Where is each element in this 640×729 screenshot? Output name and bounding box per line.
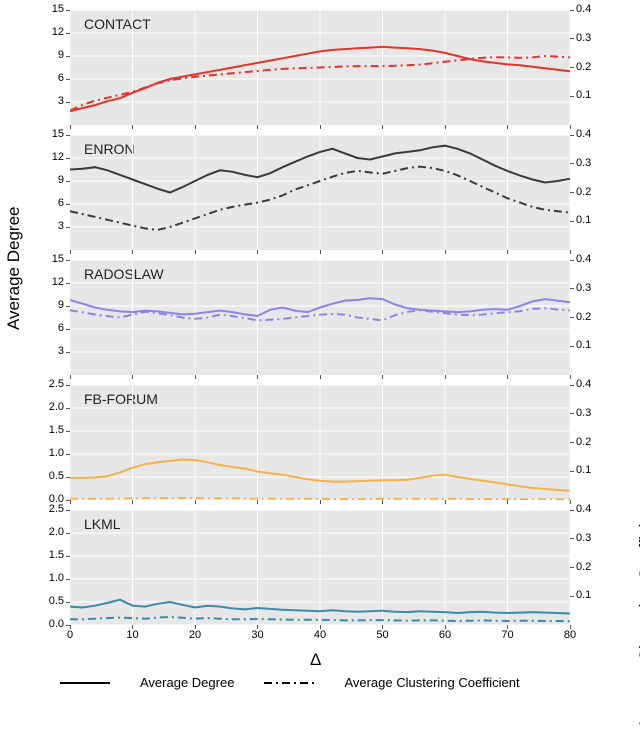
ytick-right: 0.1 — [576, 589, 591, 601]
ytick-left: 15 — [34, 253, 64, 265]
panel-radoslaw: RADOSLAW36912150.10.20.30.4 — [70, 260, 570, 375]
legend-solid-icon — [60, 676, 110, 690]
ytick-right: 0.4 — [576, 3, 591, 15]
ytick-left: 12 — [34, 26, 64, 38]
panel-lkml: LKML0.00.51.01.52.02.50.10.20.30.4010203… — [70, 510, 570, 625]
panel-stack: CONTACT36912150.10.20.30.4ENRON36912150.… — [70, 10, 570, 635]
ytick-left: 15 — [34, 3, 64, 15]
plot-svg — [70, 510, 570, 625]
y-axis-right-label: Average Clustering Coefficient — [636, 500, 640, 729]
ytick-left: 3 — [34, 95, 64, 107]
xtick: 0 — [60, 629, 80, 641]
ytick-right: 0.4 — [576, 253, 591, 265]
figure: Average Degree Average Clustering Coeffi… — [0, 0, 640, 700]
ytick-right: 0.2 — [576, 61, 591, 73]
ytick-left: 6 — [34, 322, 64, 334]
ytick-left: 2.0 — [34, 526, 64, 538]
xtick: 20 — [185, 629, 205, 641]
ytick-left: 1.0 — [34, 572, 64, 584]
ytick-right: 0.1 — [576, 464, 591, 476]
xtick: 40 — [310, 629, 330, 641]
xtick: 80 — [560, 629, 580, 641]
ytick-left: 9 — [34, 174, 64, 186]
ytick-right: 0.3 — [576, 157, 591, 169]
legend-cc-label: Average Clustering Coefficient — [344, 675, 519, 690]
y-axis-left-label: Average Degree — [4, 207, 24, 331]
panel-fb-forum: FB-FORUM0.00.51.01.52.02.50.10.20.30.4 — [70, 385, 570, 500]
ytick-left: 2.5 — [34, 503, 64, 515]
ytick-right: 0.3 — [576, 407, 591, 419]
ytick-left: 15 — [34, 128, 64, 140]
ytick-right: 0.1 — [576, 339, 591, 351]
ytick-right: 0.2 — [576, 561, 591, 573]
ytick-left: 9 — [34, 299, 64, 311]
ytick-left: 12 — [34, 151, 64, 163]
plot-svg — [70, 385, 570, 500]
panel-contact: CONTACT36912150.10.20.30.4 — [70, 10, 570, 125]
xtick: 70 — [498, 629, 518, 641]
ytick-right: 0.2 — [576, 186, 591, 198]
legend: Average Degree Average Clustering Coeffi… — [60, 675, 590, 690]
ytick-left: 3 — [34, 345, 64, 357]
legend-degree-label: Average Degree — [140, 675, 234, 690]
ytick-left: 6 — [34, 197, 64, 209]
ytick-right: 0.4 — [576, 128, 591, 140]
ytick-right: 0.1 — [576, 214, 591, 226]
ytick-left: 1.5 — [34, 549, 64, 561]
ytick-right: 0.3 — [576, 282, 591, 294]
ytick-left: 1.5 — [34, 424, 64, 436]
ytick-right: 0.4 — [576, 378, 591, 390]
ytick-left: 2.0 — [34, 401, 64, 413]
ytick-left: 9 — [34, 49, 64, 61]
ytick-left: 2.5 — [34, 378, 64, 390]
ytick-right: 0.2 — [576, 311, 591, 323]
ytick-right: 0.3 — [576, 532, 591, 544]
ytick-right: 0.3 — [576, 32, 591, 44]
plot-svg — [70, 135, 570, 250]
ytick-left: 0.5 — [34, 595, 64, 607]
legend-dashdot-icon — [264, 676, 314, 690]
x-axis-label: Δ — [310, 650, 321, 670]
ytick-left: 0.5 — [34, 470, 64, 482]
plot-svg — [70, 260, 570, 375]
panel-enron: ENRON36912150.10.20.30.4 — [70, 135, 570, 250]
xtick: 10 — [123, 629, 143, 641]
xtick: 30 — [248, 629, 268, 641]
ytick-right: 0.1 — [576, 89, 591, 101]
ytick-left: 1.0 — [34, 447, 64, 459]
ytick-left: 12 — [34, 276, 64, 288]
xtick: 60 — [435, 629, 455, 641]
ytick-left: 6 — [34, 72, 64, 84]
ytick-left: 3 — [34, 220, 64, 232]
xtick: 50 — [373, 629, 393, 641]
plot-svg — [70, 10, 570, 125]
ytick-right: 0.4 — [576, 503, 591, 515]
ytick-right: 0.2 — [576, 436, 591, 448]
